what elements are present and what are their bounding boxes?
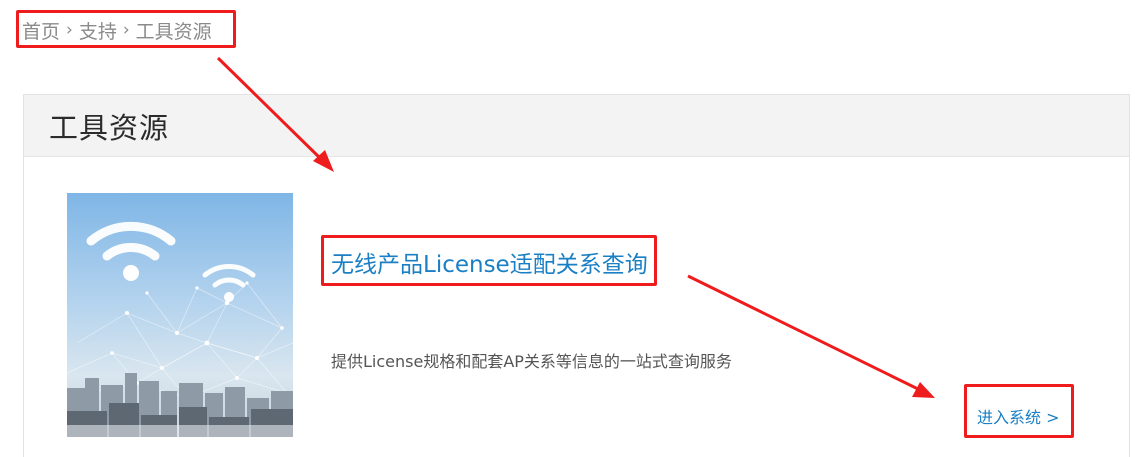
breadcrumb-separator: › xyxy=(122,20,130,40)
wifi-city-image xyxy=(67,193,293,437)
page: 首页 › 支持 › 工具资源 工具资源 无线产品License适配关系查询 提供… xyxy=(0,0,1135,457)
breadcrumb-separator: › xyxy=(66,20,73,40)
product-description: 提供License规格和配套AP关系等信息的一站式查询服务 xyxy=(331,352,732,371)
breadcrumb-home-link[interactable]: 首页 xyxy=(22,17,60,44)
breadcrumb-support-link[interactable]: 支持 xyxy=(79,17,117,44)
breadcrumb-current: 工具资源 xyxy=(135,20,212,43)
breadcrumb: 首页 › 支持 › 工具资源 xyxy=(22,17,212,43)
panel-header: 工具资源 xyxy=(24,95,1129,157)
enter-system-link[interactable]: 进入系统 > xyxy=(977,404,1060,428)
panel-title: 工具资源 xyxy=(49,110,170,145)
product-title-link[interactable]: 无线产品License适配关系查询 xyxy=(331,245,648,279)
